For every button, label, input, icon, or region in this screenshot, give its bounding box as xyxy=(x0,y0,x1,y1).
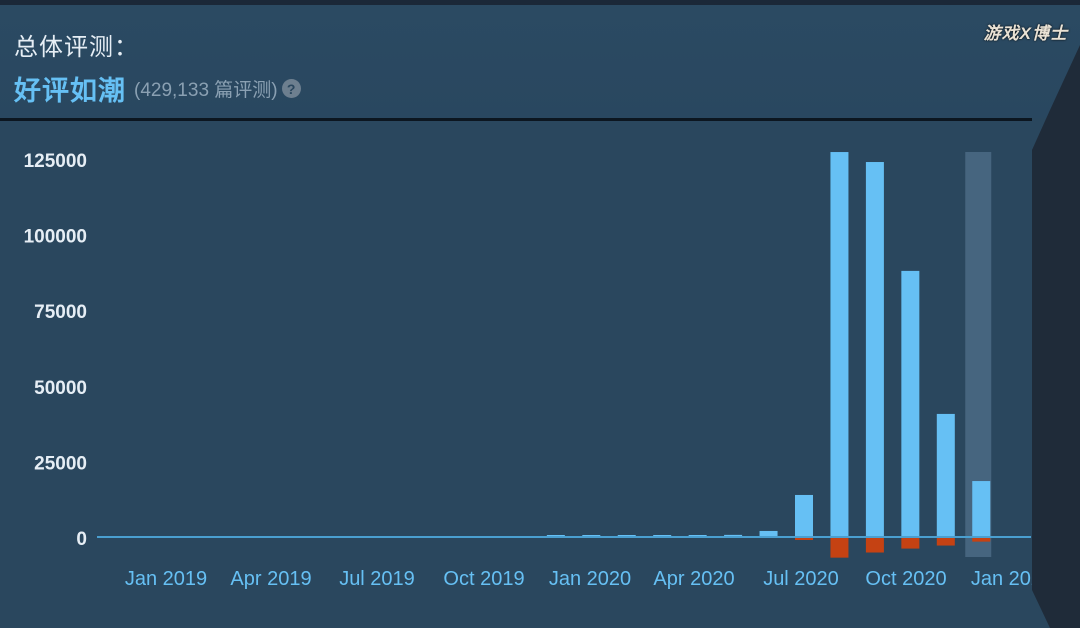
x-tick-label: Oct 2019 xyxy=(443,568,524,590)
x-tick-label: Apr 2020 xyxy=(653,568,734,590)
negative-bar[interactable] xyxy=(865,538,884,553)
y-tick-label: 125000 xyxy=(24,151,87,172)
x-axis: Jan 2019 Apr 2019 Jul 2019 Oct 2019 Jan 2020… xyxy=(125,568,1053,590)
bars xyxy=(546,152,991,558)
x-tick-label: Jan 2019 xyxy=(125,568,207,590)
positive-bar[interactable] xyxy=(865,162,884,538)
positive-bar[interactable] xyxy=(830,152,849,537)
x-tick-label: Apr 2019 xyxy=(230,568,311,590)
negative-bar[interactable] xyxy=(972,538,991,542)
negative-bar[interactable] xyxy=(795,538,813,540)
review-histogram-chart: 0 25000 50000 75000 100000 125000 Jan 2019 Apr… xyxy=(24,45,1080,628)
negative-bar[interactable] xyxy=(936,538,955,546)
y-tick-label: 75000 xyxy=(34,302,87,323)
negative-bar[interactable] xyxy=(830,538,849,558)
positive-bar[interactable] xyxy=(972,481,991,537)
y-axis: 0 25000 50000 75000 100000 125000 xyxy=(24,151,87,550)
x-tick-label: Jul 2019 xyxy=(339,568,415,590)
y-tick-label: 100000 xyxy=(24,227,87,248)
y-tick-label: 25000 xyxy=(34,453,87,474)
negative-bar[interactable] xyxy=(901,538,920,549)
positive-bar[interactable] xyxy=(936,413,955,537)
positive-bar[interactable] xyxy=(901,270,920,537)
x-tick-label: Jan 2020 xyxy=(549,568,631,590)
x-tick-label: Jul 2020 xyxy=(763,568,839,590)
y-tick-label: 50000 xyxy=(34,378,87,399)
y-tick-label: 0 xyxy=(76,529,87,550)
x-tick-label: Oct 2020 xyxy=(865,568,946,590)
side-panel-shadow xyxy=(1032,45,1080,628)
positive-bar[interactable] xyxy=(795,494,813,537)
